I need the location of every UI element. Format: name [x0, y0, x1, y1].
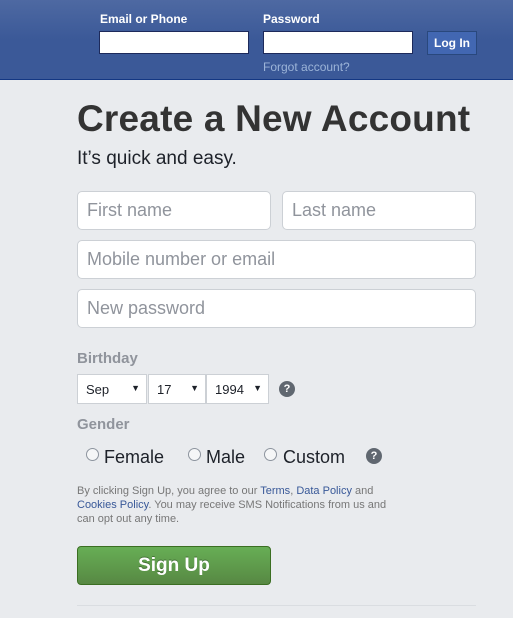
- chevron-down-icon: ▼: [253, 383, 262, 393]
- birthday-month-value: Sep: [86, 381, 110, 397]
- data-policy-link[interactable]: Data Policy: [296, 485, 352, 497]
- new-password-placeholder: New password: [87, 298, 206, 318]
- terms-text: By clicking Sign Up, you agree to our Te…: [77, 484, 397, 526]
- login-button[interactable]: Log In: [427, 31, 477, 55]
- first-name-placeholder: First name: [87, 200, 173, 220]
- birthday-label: Birthday: [77, 350, 138, 367]
- birthday-day-select[interactable]: 17 ▼: [148, 374, 206, 404]
- contact-input[interactable]: Mobile number or email: [77, 240, 476, 279]
- gender-male-radio[interactable]: [188, 448, 201, 461]
- forgot-account-link[interactable]: Forgot account?: [263, 60, 350, 74]
- birthday-day-value: 17: [157, 381, 172, 397]
- new-password-input[interactable]: New password: [77, 289, 476, 328]
- gender-help-icon[interactable]: ?: [366, 448, 382, 464]
- contact-placeholder: Mobile number or email: [87, 249, 276, 269]
- gender-female-radio[interactable]: [86, 448, 99, 461]
- password-label: Password: [263, 12, 320, 26]
- email-label: Email or Phone: [100, 12, 188, 26]
- birthday-year-value: 1994: [215, 381, 244, 397]
- terms-text-part: and: [351, 485, 374, 497]
- login-email-input[interactable]: [99, 31, 249, 54]
- terms-link[interactable]: Terms: [260, 485, 290, 497]
- login-password-input[interactable]: [263, 31, 413, 54]
- chevron-down-icon: ▼: [190, 383, 199, 393]
- first-name-input[interactable]: First name: [77, 191, 271, 230]
- last-name-input[interactable]: Last name: [282, 191, 476, 230]
- page-title: Create a New Account: [77, 98, 471, 139]
- page-subtitle: It’s quick and easy.: [77, 148, 237, 169]
- birthday-year-select[interactable]: 1994 ▼: [206, 374, 269, 404]
- gender-female-label[interactable]: Female: [104, 447, 164, 468]
- gender-label: Gender: [77, 416, 130, 433]
- gender-male-label[interactable]: Male: [206, 447, 245, 468]
- birthday-month-select[interactable]: Sep ▼: [77, 374, 147, 404]
- gender-custom-label[interactable]: Custom: [283, 447, 345, 468]
- sign-up-button[interactable]: Sign Up: [77, 546, 271, 585]
- last-name-placeholder: Last name: [292, 200, 377, 220]
- gender-custom-radio[interactable]: [264, 448, 277, 461]
- divider: [77, 605, 476, 606]
- birthday-help-icon[interactable]: ?: [279, 381, 295, 397]
- terms-text-part: By clicking Sign Up, you agree to our: [77, 485, 261, 497]
- top-login-bar: Email or Phone Password Log In Forgot ac…: [0, 0, 513, 80]
- chevron-down-icon: ▼: [131, 383, 140, 393]
- cookies-policy-link[interactable]: Cookies Policy: [77, 499, 148, 511]
